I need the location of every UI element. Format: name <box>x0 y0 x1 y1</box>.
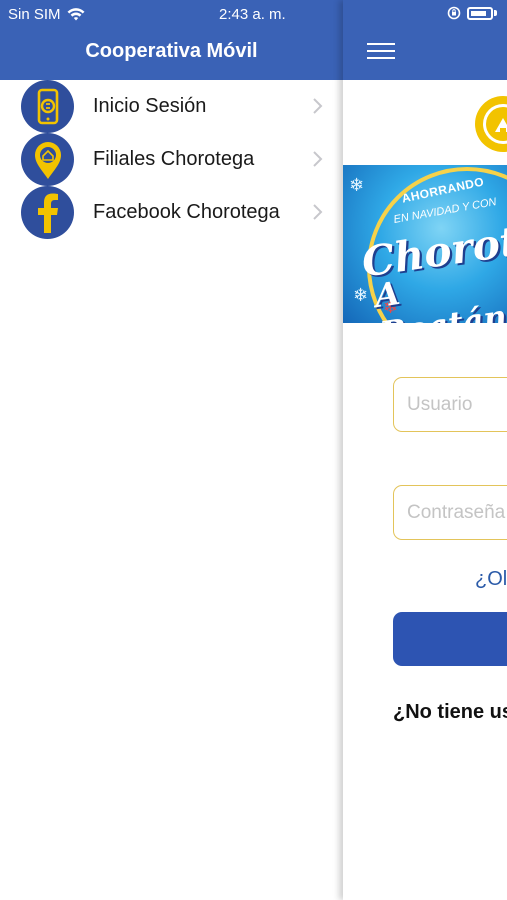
main-panel: ❄ ❄ ❄ AHORRANDO EN NAVIDAD Y CON Chorote… <box>343 0 507 900</box>
cooperative-logo-icon <box>475 96 507 152</box>
drawer-title: Cooperativa Móvil <box>85 40 258 62</box>
chevron-right-icon <box>313 98 323 114</box>
chevron-right-icon <box>313 151 323 167</box>
menu-item-label: Filiales Chorotega <box>93 148 255 170</box>
menu-item-label: Facebook Chorotega <box>93 201 280 223</box>
main-header <box>343 0 507 80</box>
username-field[interactable] <box>393 377 507 432</box>
menu-item-filiales[interactable]: Filiales Chorotega <box>0 133 343 186</box>
login-button[interactable] <box>393 612 507 666</box>
orientation-lock-icon <box>447 6 461 20</box>
status-bar-right <box>447 6 497 20</box>
status-bar-left: Sin SIM <box>8 6 85 23</box>
wifi-icon <box>67 8 85 21</box>
location-pin-icon <box>21 133 74 186</box>
carrier-label: Sin SIM <box>8 6 61 23</box>
username-input[interactable] <box>394 378 507 431</box>
promo-banner[interactable]: ❄ ❄ ❄ AHORRANDO EN NAVIDAD Y CON Chorote… <box>343 165 507 323</box>
forgot-password-link[interactable]: ¿Olvidó su contraseña? <box>475 568 507 591</box>
chevron-right-icon <box>313 204 323 220</box>
password-input[interactable] <box>394 486 507 539</box>
facebook-icon <box>21 186 74 239</box>
password-field[interactable] <box>393 485 507 540</box>
phone-login-icon <box>21 80 74 133</box>
status-time: 2:43 a. m. <box>219 6 286 23</box>
snowflake-icon: ❄ <box>349 175 365 195</box>
battery-cap <box>494 10 497 16</box>
hamburger-menu-icon[interactable] <box>367 43 395 61</box>
drawer-menu: Inicio Sesión Filiales Chorotega Faceboo… <box>0 80 343 239</box>
register-prompt[interactable]: ¿No tiene usuario? <box>393 701 507 724</box>
battery-icon <box>467 6 493 20</box>
menu-item-inicio-sesion[interactable]: Inicio Sesión <box>0 80 343 133</box>
menu-item-facebook[interactable]: Facebook Chorotega <box>0 186 343 239</box>
navigation-drawer: Sin SIM 2:43 a. m. Cooperativa Móvil Ini… <box>0 0 343 900</box>
menu-item-label: Inicio Sesión <box>93 95 207 117</box>
drawer-header: Sin SIM 2:43 a. m. Cooperativa Móvil <box>0 0 343 80</box>
snowflake-icon: ❄ <box>353 285 369 305</box>
